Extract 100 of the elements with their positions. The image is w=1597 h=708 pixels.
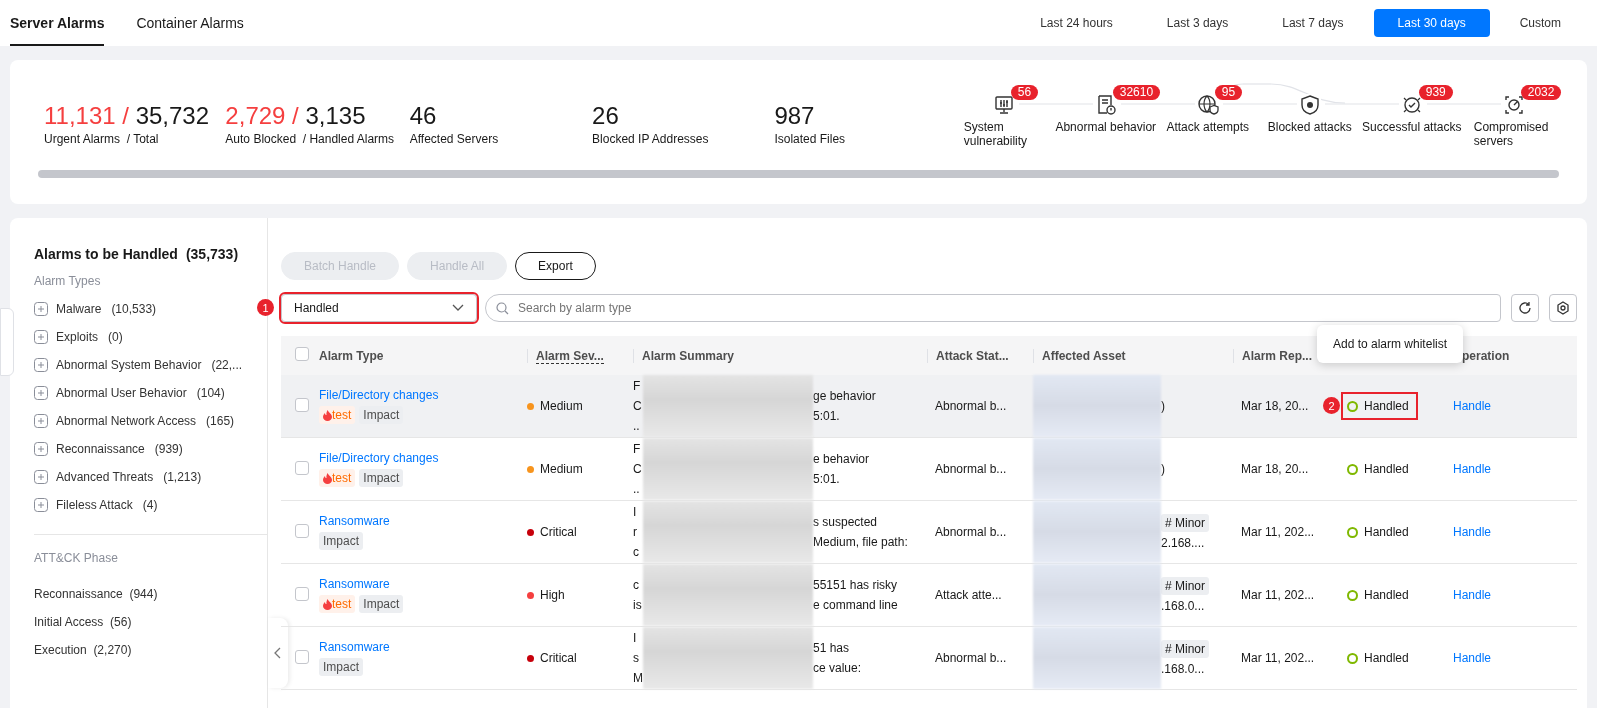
summary-text: 51 has — [813, 640, 851, 657]
stat-value: 2,729 / — [225, 102, 299, 129]
expand-icon[interactable] — [34, 386, 48, 400]
severity-text: High — [540, 588, 565, 602]
checkbox[interactable] — [295, 586, 309, 601]
time-range-button[interactable]: Last 7 days — [1258, 9, 1368, 37]
status-text: Handled — [1364, 462, 1409, 476]
phase-item[interactable]: Initial Access (56) — [34, 615, 132, 629]
expand-icon[interactable] — [34, 330, 48, 344]
table-row[interactable]: Ransomware Impact Critical I s M 51 has ce value: Abnormal b... # Minor .168.0... Mar 11, 202... Handled Handle — [281, 626, 1577, 690]
asset-text: .168.0... — [1161, 662, 1206, 676]
tag: Impact — [319, 532, 363, 550]
tag: test — [319, 595, 356, 613]
alarm-type-item[interactable]: Reconnaissance (939) — [56, 442, 183, 456]
summary-text: F — [633, 441, 642, 458]
severity-text: Medium — [540, 462, 583, 476]
summary-text: ce value: — [813, 660, 862, 677]
tab[interactable]: Container Alarms — [136, 0, 244, 46]
report-time: Mar 11, 202... — [1241, 588, 1315, 602]
time-range-button[interactable]: Last 3 days — [1142, 9, 1253, 37]
alarm-type-item[interactable]: Advanced Threats (1,213) — [56, 470, 202, 484]
side-handle[interactable] — [0, 308, 14, 376]
phase-item[interactable]: Reconnaissance (944) — [34, 587, 158, 601]
globe-icon — [1196, 94, 1219, 116]
stat-label: Blocked IP Addresses — [592, 132, 709, 146]
alarm-type-item[interactable]: Abnormal System Behavior (22,... — [56, 358, 243, 372]
alarm-type-link[interactable]: File/Directory changes — [319, 451, 439, 465]
alarm-type-link[interactable]: Ransomware — [319, 640, 390, 654]
summary-text: I — [633, 504, 638, 521]
tab[interactable]: Server Alarms — [10, 0, 105, 46]
alarm-type-link[interactable]: File/Directory changes — [319, 388, 439, 402]
severity-text: Medium — [540, 399, 583, 413]
stat-label: Auto Blocked / Handled Alarms — [225, 132, 395, 146]
time-range-button[interactable]: Last 24 hours — [1016, 9, 1137, 37]
stat-label: Urgent Alarms / Total — [44, 132, 159, 146]
summary-text: C — [633, 398, 643, 415]
tag: Impact — [359, 469, 404, 487]
count-badge: 2032 — [1520, 85, 1562, 100]
status-ring-icon — [1347, 526, 1358, 538]
column-header: Affected Asset — [1042, 348, 1126, 363]
flame-icon — [323, 598, 332, 610]
status-dropdown[interactable]: Handled — [281, 294, 477, 322]
refresh-icon — [1518, 301, 1532, 315]
refresh-button[interactable] — [1511, 294, 1539, 322]
handle-link[interactable]: Handle — [1453, 651, 1492, 665]
checkbox[interactable] — [295, 397, 309, 412]
handle-link[interactable]: Handle — [1453, 399, 1492, 413]
asset-text: ) — [1161, 399, 1165, 413]
attack-status: Abnormal b... — [935, 525, 1007, 539]
sidebar-title: Alarms to be Handled — [34, 246, 178, 262]
alarm-type-item[interactable]: Fileless Attack (4) — [56, 498, 158, 512]
chain-label: System vulnerability — [963, 120, 1029, 148]
checkbox[interactable] — [295, 649, 309, 664]
column-header: Alarm Summary — [642, 348, 735, 363]
settings-button[interactable] — [1549, 294, 1577, 322]
column-header: Alarm Sev... — [536, 348, 604, 364]
tag: Impact — [359, 406, 404, 424]
chain-label: Attack attempts — [1166, 120, 1250, 134]
table-row[interactable]: File/Directory changes test Impact Medium F C .. e behavior 5:01. Abnormal b... ) Mar 18, 20... Handled Handle — [281, 437, 1577, 501]
expand-icon[interactable] — [34, 498, 48, 512]
checkbox[interactable] — [295, 347, 309, 361]
alarm-type-item[interactable]: Exploits (0) — [56, 330, 123, 344]
asset-tag: # Minor — [1161, 514, 1209, 532]
expand-icon[interactable] — [34, 470, 48, 484]
step-marker: 1 — [257, 299, 274, 316]
time-range-button[interactable]: Last 30 days — [1373, 9, 1490, 37]
alarm-type-item[interactable]: Malware (10,533) — [56, 302, 157, 316]
handle-link[interactable]: Handle — [1453, 462, 1492, 476]
count-badge: 939 — [1418, 85, 1453, 100]
stat-value: 11,131 / — [44, 102, 129, 129]
handle-link[interactable]: Handle — [1453, 588, 1492, 602]
alarm-type-item[interactable]: Abnormal User Behavior (104) — [56, 386, 225, 400]
summary-text: c — [633, 544, 640, 561]
summary-text: I — [633, 630, 638, 647]
expand-icon[interactable] — [34, 442, 48, 456]
severity-text: Critical — [540, 525, 577, 539]
tooltip: Add to alarm whitelist — [1317, 325, 1464, 363]
checkbox[interactable] — [295, 523, 309, 538]
tag: test — [319, 406, 356, 424]
alarm-type-link[interactable]: Ransomware — [319, 514, 390, 528]
tag: test — [319, 469, 356, 487]
expand-icon[interactable] — [34, 302, 48, 316]
alarm-type-item[interactable]: Abnormal Network Access (165) — [56, 414, 235, 428]
phase-item[interactable]: Execution (2,270) — [34, 643, 132, 657]
table-row[interactable]: Ransomware Impact Critical I r c s suspected Medium, file path: Abnormal b... # Minor 2.168.... Mar 11, 202... Handled Handle — [281, 500, 1577, 564]
toolbar-button[interactable]: Export — [515, 252, 596, 280]
summary-text: .. — [633, 418, 641, 435]
attack-status: Abnormal b... — [935, 462, 1007, 476]
alarm-type-link[interactable]: Ransomware — [319, 577, 390, 591]
expand-icon[interactable] — [34, 414, 48, 428]
search-field[interactable]: Search by alarm type — [485, 294, 1501, 322]
status-ring-icon — [1347, 463, 1358, 475]
expand-icon[interactable] — [34, 358, 48, 372]
time-range-button[interactable]: Custom — [1495, 9, 1561, 37]
scrollbar[interactable] — [38, 170, 1559, 178]
asset-text: 2.168.... — [1161, 536, 1206, 550]
handle-link[interactable]: Handle — [1453, 525, 1492, 539]
summary-text: r — [633, 524, 638, 541]
checkbox[interactable] — [295, 460, 309, 475]
table-row[interactable]: Ransomware test Impact High c is 55151 has risky e command line Attack atte... # Minor .168.0... Mar 11, 202... Handled Handle — [281, 563, 1577, 627]
